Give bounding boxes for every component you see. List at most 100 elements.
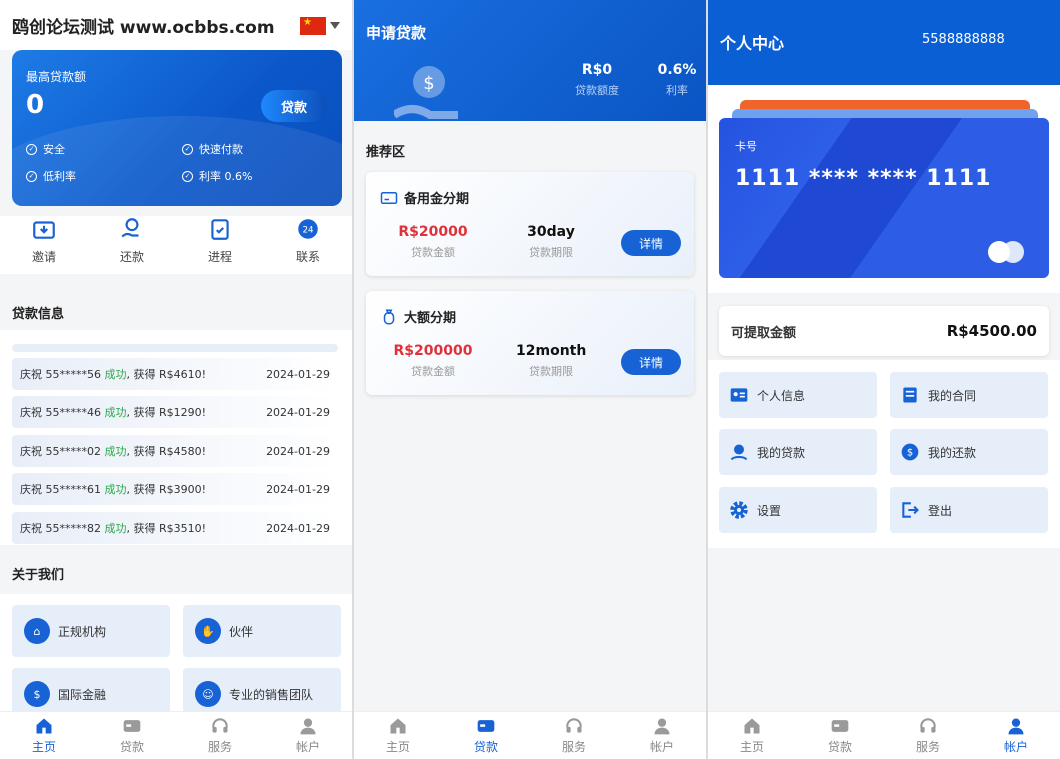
list-item: 庆祝 55*****02 成功, 获得 R$4580! 2024-01-29 [12, 435, 338, 467]
menu-logout[interactable]: 登出 [890, 487, 1048, 533]
support-24-icon: 24 [298, 219, 318, 239]
tab-home[interactable]: 主页 [0, 712, 88, 759]
product-card-standby[interactable]: 备用金分期 R$20000 贷款金额 30day 贷款期限 详情 [366, 172, 694, 276]
tab-account[interactable]: 帐户 [618, 712, 706, 759]
tab-service[interactable]: 服务 [884, 712, 972, 759]
loan-screen: 申请贷款 $ R$0 贷款额度 0.6% 利率 推荐区 备用金分期 R$20000 贷… [354, 0, 706, 759]
about-licensed[interactable]: ⌂ 正规机构 [12, 605, 170, 657]
headset-icon [212, 718, 228, 733]
recommend-title: 推荐区 [366, 145, 406, 160]
loan-button[interactable]: 贷款 [261, 90, 327, 122]
product-term: 12month 贷款期限 [516, 343, 587, 378]
tab-bar: 主页 贷款 服务 帐户 [708, 711, 1060, 759]
china-flag-icon [300, 16, 326, 35]
menu-my-loan[interactable]: 我的贷款 [719, 429, 877, 475]
about-section: ⌂ 正规机构 ✋ 伙伴 $ 国际金融 ☺ 专业的销售团队 [0, 594, 352, 720]
max-loan-label: 最高贷款额 [26, 70, 87, 84]
home-icon [36, 718, 52, 734]
list-item: 庆祝 55*****56 成功, 获得 R$4610! 2024-01-29 [12, 358, 338, 390]
gear-icon [730, 501, 748, 519]
check-icon: ✓ [26, 170, 37, 182]
feature-low-rate: ✓ 低利率 [26, 168, 76, 184]
menu-settings[interactable]: 设置 [719, 487, 877, 533]
clipboard-icon [211, 219, 229, 240]
logout-icon [902, 502, 919, 518]
product-name: 大额分期 [380, 307, 456, 326]
check-icon: ✓ [182, 170, 193, 182]
card-number-label: 卡号 [735, 140, 757, 153]
invite-icon [33, 221, 55, 239]
list-item: 庆祝 55*****61 成功, 获得 R$3900! 2024-01-29 [12, 473, 338, 505]
details-button[interactable]: 详情 [621, 230, 681, 256]
wallet-icon [477, 720, 495, 732]
product-term: 30day 贷款期限 [527, 224, 575, 259]
quick-contact[interactable]: 24 联系 [264, 216, 352, 274]
stat-rate: 0.6% 利率 [657, 62, 697, 97]
product-name: 备用金分期 [380, 188, 469, 207]
svg-text:$: $ [423, 73, 434, 94]
tab-loan[interactable]: 贷款 [796, 712, 884, 759]
tab-account[interactable]: 帐户 [972, 712, 1060, 759]
caret-down-icon [330, 22, 340, 30]
menu-contract[interactable]: 我的合同 [890, 372, 1048, 418]
home-header: 鸥创论坛测试 www.ocbbs.com [0, 0, 352, 50]
tab-loan[interactable]: 贷款 [88, 712, 176, 759]
handshake-icon: ✋ [195, 618, 221, 644]
tab-home[interactable]: 主页 [354, 712, 442, 759]
withdrawable-amount: 可提取金额 R$4500.00 [719, 306, 1049, 356]
user-icon [654, 718, 670, 735]
page-title: 申请贷款 [366, 24, 427, 42]
tab-bar: 主页 贷款 服务 帐户 [354, 711, 706, 759]
tab-service[interactable]: 服务 [530, 712, 618, 759]
home-icon [390, 718, 406, 734]
site-title: 鸥创论坛测试 www.ocbbs.com [12, 17, 275, 38]
details-button[interactable]: 详情 [621, 349, 681, 375]
money-hand-icon: $ [394, 66, 458, 119]
check-icon: ✓ [182, 143, 193, 155]
quick-actions: 邀请 还款 进程 24 联系 [0, 216, 352, 274]
loan-info-title: 贷款信息 [12, 307, 65, 322]
card-icon [380, 191, 398, 204]
feature-rate: ✓ 利率 0.6% [182, 168, 252, 184]
svg-text:$: $ [907, 447, 913, 458]
stat-loan-limit: R$0 贷款额度 [575, 62, 619, 97]
menu-personal-info[interactable]: 个人信息 [719, 372, 877, 418]
account-screen: 个人中心 5588888888 卡号 1111 **** **** 1111 可… [708, 0, 1060, 759]
product-amount: R$200000 贷款金额 [393, 343, 473, 378]
wallet-icon [831, 720, 849, 732]
tab-service[interactable]: 服务 [176, 712, 264, 759]
menu-my-repayment[interactable]: $ 我的还款 [890, 429, 1048, 475]
account-header: 个人中心 5588888888 [708, 0, 1060, 85]
account-menu: 个人信息 我的合同 我的贷款 $ 我的还款 设置 登出 [708, 360, 1060, 548]
quick-progress[interactable]: 进程 [176, 216, 264, 274]
user-money-icon [730, 444, 748, 461]
loan-header: 申请贷款 $ R$0 贷款额度 0.6% 利率 [354, 0, 706, 121]
dollar-circle-icon: $ [901, 443, 919, 461]
list-item: 庆祝 55*****82 成功, 获得 R$3510! 2024-01-29 [12, 512, 338, 544]
withdrawable-value: R$4500.00 [946, 322, 1037, 340]
product-amount: R$20000 贷款金额 [398, 224, 468, 259]
withdrawable-label: 可提取金额 [731, 325, 797, 341]
quick-invite[interactable]: 邀请 [0, 216, 88, 274]
id-card-icon [730, 388, 748, 402]
bank-card[interactable]: 卡号 1111 **** **** 1111 [719, 118, 1049, 278]
quick-repay[interactable]: 还款 [88, 216, 176, 274]
list-item: 庆祝 55*****46 成功, 获得 R$1290! 2024-01-29 [12, 396, 338, 428]
max-loan-amount: 0 [26, 90, 45, 120]
product-card-large[interactable]: 大额分期 R$200000 贷款金额 12month 贷款期限 详情 [366, 291, 694, 395]
check-icon: ✓ [26, 143, 37, 155]
headset-icon [566, 718, 582, 733]
language-selector[interactable] [300, 15, 340, 35]
about-title: 关于我们 [12, 568, 65, 583]
tab-loan[interactable]: 贷款 [442, 712, 530, 759]
money-bag-icon [383, 309, 395, 324]
page-title: 个人中心 [720, 34, 785, 53]
home-icon [744, 718, 760, 734]
tab-home[interactable]: 主页 [708, 712, 796, 759]
about-partners[interactable]: ✋ 伙伴 [183, 605, 341, 657]
home-screen: 鸥创论坛测试 www.ocbbs.com 最高贷款额 0 贷款 ✓安全 ✓快速付… [0, 0, 352, 759]
loan-info-list: 庆祝 55*****56 成功, 获得 R$4610! 2024-01-29 庆祝… [0, 330, 352, 545]
contract-icon [903, 387, 917, 403]
tab-account[interactable]: 帐户 [264, 712, 352, 759]
user-icon [300, 718, 316, 735]
